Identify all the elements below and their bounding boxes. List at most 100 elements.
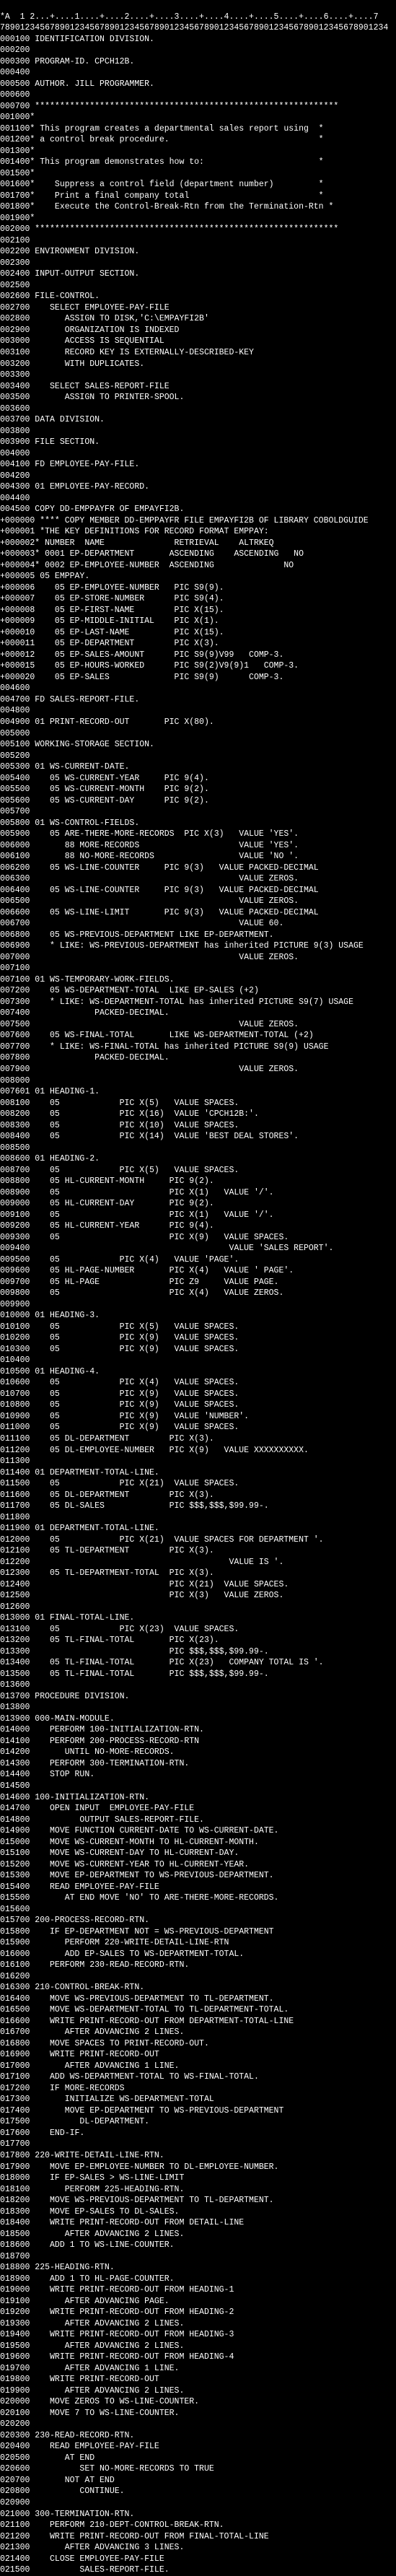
code-line: 006700 VALUE 60. [0,918,396,930]
code-line: 006000 88 MORE-RECORDS VALUE 'YES'. [0,840,396,852]
code-line: 005100 WORKING-STORAGE SECTION. [0,739,396,751]
code-container: *A 1 2...+....1....+....2....+....3....+… [0,0,396,2576]
code-line: 007800 PACKED-DECIMAL. [0,1052,396,1064]
code-line: 013700 PROCEDURE DIVISION. [0,1691,396,1703]
code-line: 002900 ORGANIZATION IS INDEXED [0,325,396,336]
code-line: 008300 05 PIC X(10) VALUE SPACES. [0,1120,396,1132]
code-line: 013100 05 PIC X(23) VALUE SPACES. [0,1624,396,1636]
code-line: 020100 MOVE 7 TO WS-LINE-COUNTER. [0,2408,396,2419]
code-line: 021400 CLOSE EMPLOYEE-PAY-FILE [0,2554,396,2565]
code-line: 005700 [0,806,396,818]
code-line: +000011 05 EP-DEPARTMENT PIC X(3). [0,638,396,650]
code-line: 004200 [0,471,396,482]
code-line: 019400 WRITE PRINT-RECORD-OUT FROM HEADI… [0,2329,396,2341]
code-line: 003400 SELECT SALES-REPORT-FILE [0,381,396,393]
code-line: 010200 05 PIC X(9) VALUE SPACES. [0,1332,396,1344]
code-line: 009800 05 PIC X(4) VALUE ZEROS. [0,1288,396,1299]
code-line: 012300 05 TL-DEPARTMENT-TOTAL PIC X(3). [0,1568,396,1579]
code-line: 012100 05 TL-DEPARTMENT PIC X(3). [0,1545,396,1557]
code-line: 001800* Execute the Control-Break-Rtn fr… [0,201,396,213]
code-line: 010400 [0,1355,396,1366]
code-line: 004700 FD SALES-REPORT-FILE. [0,694,396,706]
code-line: 013900 000-MAIN-MODULE. [0,1713,396,1725]
code-line: 000400 [0,67,396,79]
code-line: 001400* This program demonstrates how to… [0,157,396,168]
code-line: 006600 05 WS-LINE-LIMIT PIC 9(3) VALUE P… [0,907,396,919]
code-line: +000004* 0002 EP-EMPLOYEE-NUMBER ASCENDI… [0,560,396,572]
code-line: 009500 05 PIC X(4) VALUE 'PAGE'. [0,1254,396,1266]
code-line: 002400 INPUT-OUTPUT SECTION. [0,268,396,280]
code-line: 004100 FD EMPLOYEE-PAY-FILE. [0,459,396,471]
code-line: 011500 05 PIC X(21) VALUE SPACES. [0,1478,396,1490]
code-line: 001900* [0,213,396,224]
code-line: 010700 05 PIC X(9) VALUE SPACES. [0,1389,396,1400]
code-line: 000200 [0,45,396,56]
code-line: *A 1 2...+....1....+....2....+....3....+… [0,12,396,23]
code-line: 010300 05 PIC X(9) VALUE SPACES. [0,1344,396,1355]
code-line: 015000 MOVE WS-CURRENT-MONTH TO HL-CURRE… [0,1837,396,1848]
code-line: 017600 END-IF. [0,2128,396,2139]
code-line: 017700 [0,2139,396,2150]
code-line: 005800 01 WS-CONTROL-FIELDS. [0,818,396,829]
code-line: 008900 05 PIC X(1) VALUE '/'. [0,1187,396,1199]
code-line: 017400 MOVE EP-DEPARTMENT TO WS-PREVIOUS… [0,2105,396,2117]
code-line: 012000 05 PIC X(21) VALUE SPACES FOR DEP… [0,1534,396,1546]
code-line: 009700 05 HL-PAGE PIC Z9 VALUE PAGE. [0,1277,396,1288]
code-line: 008600 01 HEADING-2. [0,1153,396,1165]
code-line: 009400 VALUE 'SALES REPORT'. [0,1243,396,1254]
code-line: 017200 IF MORE-RECORDS [0,2083,396,2095]
code-line: 011000 05 PIC X(9) VALUE SPACES. [0,1422,396,1433]
code-line: 020300 230-READ-RECORD-RTN. [0,2430,396,2442]
code-line: +000006 05 EP-EMPLOYEE-NUMBER PIC S9(9). [0,582,396,594]
code-line: 018500 AFTER ADVANCING 2 LINES. [0,2229,396,2240]
code-line: 017100 ADD WS-DEPARTMENT-TOTAL TO WS-FIN… [0,2071,396,2083]
code-line: 015100 MOVE WS-CURRENT-DAY TO HL-CURRENT… [0,1848,396,1859]
code-line: 007500 VALUE ZEROS. [0,1019,396,1031]
code-line: 021300 AFTER ADVANCING 3 LINES. [0,2542,396,2554]
code-line: 000700 *********************************… [0,101,396,113]
code-line: 009100 05 PIC X(1) VALUE '/'. [0,1210,396,1221]
code-line: 018600 ADD 1 TO WS-LINE-COUNTER. [0,2240,396,2251]
code-line: 021500 SALES-REPORT-FILE. [0,2564,396,2576]
code-line: 009600 05 HL-PAGE-NUMBER PIC X(4) VALUE … [0,1265,396,1277]
code-line: 002200 ENVIRONMENT DIVISION. [0,246,396,258]
code-line: 007100 [0,963,396,974]
code-line: 017300 INITIALIZE WS-DEPARTMENT-TOTAL [0,2094,396,2105]
code-line: 019800 WRITE PRINT-RECORD-OUT [0,2374,396,2385]
code-line: +000020 05 EP-SALES PIC S9(9) COMP-3. [0,672,396,684]
code-line: 008400 05 PIC X(14) VALUE 'BEST DEAL STO… [0,1131,396,1143]
code-line: 014400 STOP RUN. [0,1769,396,1781]
code-line: +000003* 0001 EP-DEPARTMENT ASCENDING AS… [0,549,396,560]
code-line: 011800 [0,1512,396,1524]
code-line: 005300 01 WS-CURRENT-DATE. [0,761,396,773]
code-line: 018900 ADD 1 TO HL-PAGE-COUNTER. [0,2274,396,2285]
code-line: 005600 05 WS-CURRENT-DAY PIC 9(2). [0,795,396,807]
code-line: 010500 01 HEADING-4. [0,1366,396,1378]
code-line: 011300 [0,1456,396,1467]
code-line: 016800 MOVE SPACES TO PRINT-RECORD-OUT. [0,2038,396,2050]
code-line: 006900 * LIKE: WS-PREVIOUS-DEPARTMENT ha… [0,940,396,952]
code-line: 015300 MOVE EP-DEPARTMENT TO WS-PREVIOUS… [0,1870,396,1882]
code-line: 000100 IDENTIFICATION DIVISION. [0,34,396,45]
code-line: 011900 01 DEPARTMENT-TOTAL-LINE. [0,1523,396,1534]
code-line: 013600 [0,1680,396,1691]
code-line: 017900 MOVE EP-EMPLOYEE-NUMBER TO DL-EMP… [0,2162,396,2173]
code-line: 005900 05 ARE-THERE-MORE-RECORDS PIC X(3… [0,829,396,840]
code-line: 009000 05 HL-CURRENT-DAY PIC 9(2). [0,1198,396,1210]
code-line: 001300* [0,146,396,157]
code-line: 006100 88 NO-MORE-RECORDS VALUE 'NO '. [0,851,396,863]
code-line: 011700 05 DL-SALES PIC $$$,$$$,$99.99-. [0,1501,396,1512]
code-line: 007601 01 HEADING-1. [0,1086,396,1098]
code-line: 003900 FILE SECTION. [0,437,396,448]
code-line: 006400 05 WS-LINE-COUNTER PIC 9(3) VALUE… [0,885,396,896]
code-line: 015200 MOVE WS-CURRENT-YEAR TO HL-CURREN… [0,1859,396,1871]
code-line: 002600 FILE-CONTROL. [0,291,396,302]
code-line: 001700* Print a final company total * [0,191,396,202]
code-line: 016500 MOVE WS-DEPARTMENT-TOTAL TO TL-DE… [0,2004,396,2016]
code-line: 003000 ACCESS IS SEQUENTIAL [0,336,396,347]
code-line: 000300 PROGRAM-ID. CPCH12B. [0,56,396,68]
code-line: 002000 *********************************… [0,224,396,235]
code-line: +000012 05 EP-SALES-AMOUNT PIC S9(9)V99 … [0,650,396,661]
code-line: 013300 PIC $$$,$$$,$99.99-. [0,1646,396,1658]
code-line: 013800 [0,1702,396,1713]
